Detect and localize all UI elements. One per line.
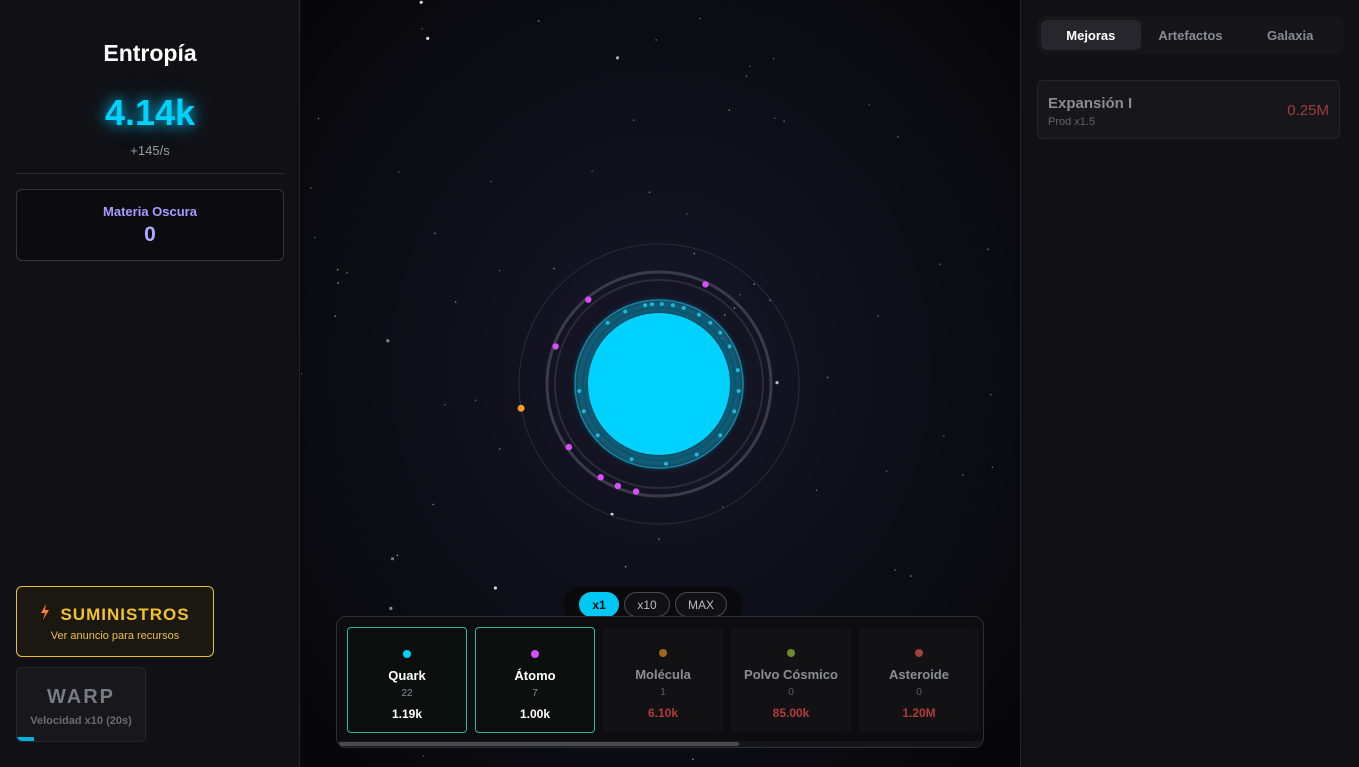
divider	[16, 173, 284, 174]
quark-particle	[623, 309, 628, 314]
generator-name: Quark	[388, 668, 426, 683]
quark-particle	[697, 312, 701, 317]
atom-particle	[632, 488, 640, 495]
supplies-button[interactable]: SUMINISTROS Ver anuncio para recursos	[16, 586, 214, 657]
atom-particle	[585, 296, 592, 303]
entropy-core[interactable]	[588, 313, 730, 455]
quark-particle	[605, 320, 610, 325]
generator-cost: 6.10k	[647, 706, 679, 720]
molecule-dot-icon	[659, 649, 667, 657]
upgrades-panel: Mejoras Artefactos Galaxia Expansión I P…	[1020, 0, 1359, 767]
quark-particle	[659, 302, 664, 306]
quark-particle	[681, 305, 686, 310]
tab-artefactos[interactable]: Artefactos	[1141, 20, 1241, 50]
scrollbar-thumb[interactable]	[339, 742, 739, 746]
supplies-title: SUMINISTROS	[60, 604, 190, 624]
atom-particle	[565, 443, 573, 451]
quark-particle	[664, 461, 668, 466]
entropy-value: 4.14k	[104, 92, 196, 133]
generator-count: 7	[532, 688, 538, 699]
generator-count: 0	[788, 687, 794, 698]
generator-card-polvo-cosmico[interactable]: Polvo Cósmico 0 85.00k	[731, 627, 851, 733]
generator-cost: 85.00k	[772, 706, 810, 720]
atom-particle	[597, 474, 604, 481]
multiplier-x1-button[interactable]: x1	[579, 592, 619, 617]
supplies-subtitle: Ver anuncio para recursos	[50, 630, 180, 642]
tab-galaxia[interactable]: Galaxia	[1240, 20, 1340, 50]
quark-particle	[732, 409, 737, 414]
warp-title: WARP	[47, 686, 115, 708]
atom-dot-icon	[531, 650, 539, 658]
quark-particle	[595, 433, 600, 438]
game-app: Entropía 4.14k +145/s Materia Oscura 0 S…	[0, 0, 1359, 767]
quark-dot-icon	[403, 650, 411, 658]
cosmic-dust-dot-icon	[787, 649, 795, 657]
atom-particle	[614, 482, 621, 490]
upgrade-description: Prod x1.5	[1048, 116, 1096, 128]
generators-scrollbar[interactable]	[337, 741, 983, 747]
quark-particle	[629, 457, 634, 462]
quark-particle	[735, 368, 740, 373]
quark-particle	[577, 389, 582, 393]
dark-matter-value: 0	[144, 223, 156, 246]
supplies-header: SUMINISTROS	[17, 604, 213, 625]
warp-button[interactable]: WARP Velocidad x10 (20s)	[16, 667, 146, 742]
atom-particle	[552, 343, 559, 350]
quark-particle	[718, 433, 723, 438]
generator-count: 1	[660, 687, 666, 698]
panel-tabs: Mejoras Artefactos Galaxia	[1037, 16, 1344, 54]
tab-mejoras[interactable]: Mejoras	[1041, 20, 1141, 50]
generator-card-quark[interactable]: Quark 22 1.19k	[347, 627, 467, 733]
generator-name: Átomo	[514, 668, 556, 683]
quark-particle	[694, 452, 699, 457]
game-canvas: x1 x10 MAX Quark 22 1.19k Átomo 7 1.00k …	[301, 0, 1020, 767]
resources-panel: Entropía 4.14k +145/s Materia Oscura 0 S…	[0, 0, 300, 767]
warp-charge-bar	[17, 737, 34, 741]
lightning-bolt-icon	[40, 604, 50, 625]
generators-bar: Quark 22 1.19k Átomo 7 1.00k Molécula 1 …	[336, 616, 984, 748]
upgrade-card-expansion-i[interactable]: Expansión I Prod x1.5 0.25M	[1037, 80, 1340, 139]
warp-subtitle: Velocidad x10 (20s)	[30, 715, 132, 727]
quark-particle	[643, 303, 648, 308]
quark-particle	[708, 320, 713, 325]
quark-particle	[727, 344, 732, 349]
quark-particle	[718, 330, 723, 335]
generator-count: 0	[916, 687, 922, 698]
quark-particle	[581, 409, 586, 414]
quark-particle	[650, 302, 654, 307]
generator-name: Asteroide	[889, 667, 949, 682]
generator-cost: 1.19k	[391, 707, 423, 721]
entropy-rate: +145/s	[130, 143, 170, 158]
generator-count: 22	[401, 688, 413, 699]
generator-card-molecula[interactable]: Molécula 1 6.10k	[603, 627, 723, 733]
atom-particle	[702, 281, 709, 288]
dark-matter-label: Materia Oscura	[103, 204, 197, 219]
quark-particle	[736, 389, 741, 393]
generator-name: Molécula	[635, 667, 691, 682]
molecule-particle	[517, 404, 525, 412]
upgrade-name: Expansión I	[1048, 95, 1133, 112]
generator-card-asteroide[interactable]: Asteroide 0 1.20M	[859, 627, 979, 733]
dark-matter-box: Materia Oscura 0	[16, 189, 284, 261]
multiplier-max-button[interactable]: MAX	[675, 592, 727, 617]
quark-particle	[670, 303, 675, 308]
generator-card-atomo[interactable]: Átomo 7 1.00k	[475, 627, 595, 733]
asteroid-dot-icon	[915, 649, 923, 657]
generator-cost: 1.20M	[902, 706, 936, 720]
multiplier-x10-button[interactable]: x10	[624, 592, 670, 617]
upgrade-cost: 0.25M	[1287, 102, 1329, 119]
generator-name: Polvo Cósmico	[744, 667, 838, 682]
entropy-title: Entropía	[103, 40, 197, 66]
generator-cost: 1.00k	[519, 707, 551, 721]
